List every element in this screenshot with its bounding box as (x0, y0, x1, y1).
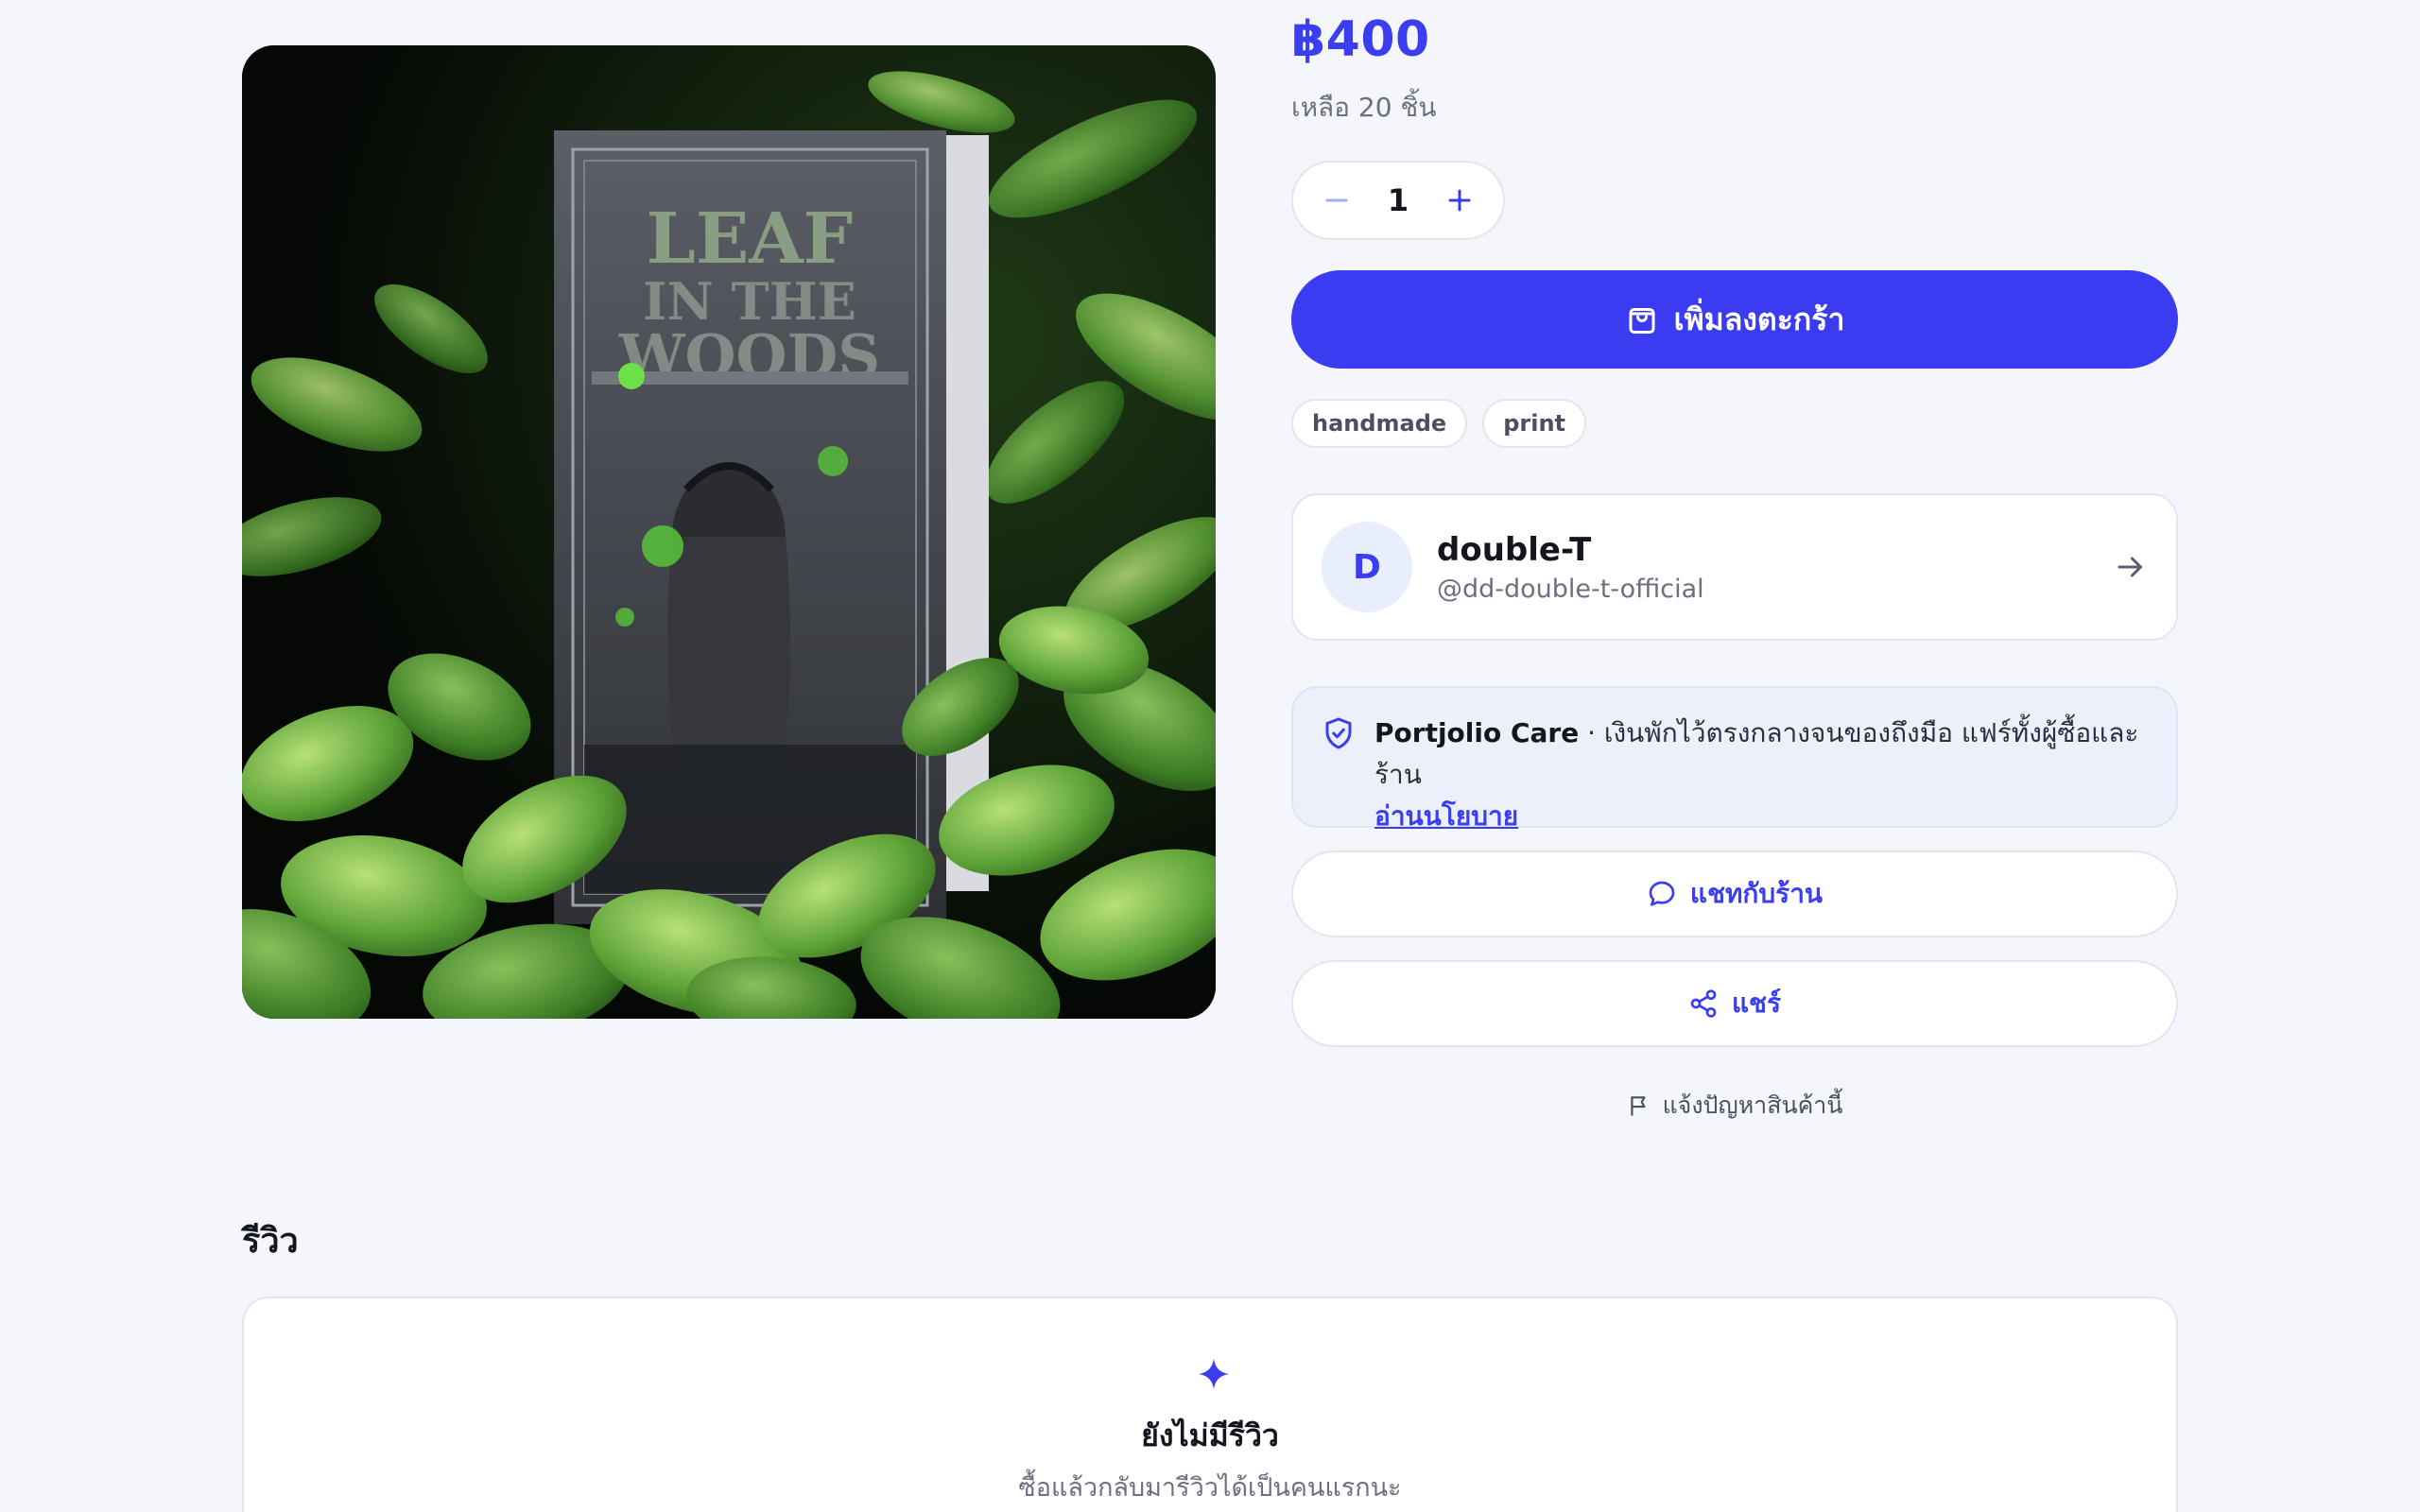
shield-check-icon (1325, 717, 1352, 749)
seller-info: double-T @dd-double-t-official (1437, 531, 2114, 604)
reviews-empty-state: ยังไม่มีรีวิว ซื้อแล้วกลับมารีวิวได้เป็น… (242, 1297, 2178, 1512)
share-icon (1690, 989, 1717, 1018)
tag-handmade[interactable]: handmade (1291, 399, 1468, 448)
decrease-quantity-button[interactable] (1316, 180, 1357, 221)
share-button[interactable]: แชร์ (1291, 960, 2178, 1047)
care-text: Portjolio Care · เงินพักไว้ตรงกลางจนของถ… (1374, 713, 2148, 832)
increase-quantity-button[interactable] (1439, 180, 1480, 221)
share-label: แชร์ (1731, 988, 1782, 1019)
quantity-value[interactable]: 1 (1388, 182, 1409, 218)
plus-icon (1448, 189, 1471, 212)
read-policy-link[interactable]: อ่านนโยบาย (1374, 800, 1518, 832)
product-photo: LEAF IN THE WOODS (242, 45, 1216, 1019)
chat-with-shop-button[interactable]: แชทกับร้าน (1291, 850, 2178, 937)
cover-title-line1: LEAF (647, 198, 853, 280)
shopping-bag-icon (1629, 308, 1655, 334)
buyer-protection-notice: Portjolio Care · เงินพักไว้ตรงกลางจนของถ… (1291, 686, 2178, 832)
product-image[interactable]: LEAF IN THE WOODS (242, 45, 1216, 1019)
reviews-heading: รีวิว (242, 1222, 299, 1261)
quantity-stepper: 1 (1291, 161, 1505, 240)
avatar: D (1322, 522, 1412, 612)
product-page: LEAF IN THE WOODS ฿400 เหลือ 20 ชิ้น 1 เ… (0, 0, 2420, 1512)
seller-handle: @dd-double-t-official (1437, 574, 1704, 604)
flag-icon (1630, 1096, 1646, 1116)
product-tags: handmade print (1291, 399, 1587, 448)
report-product-link[interactable]: แจ้งปัญหาสินค้านี้ (1291, 1087, 2178, 1125)
add-to-cart-button[interactable]: เพิ่มลงตะกร้า (1291, 270, 2178, 369)
chat-label: แชทกับร้าน (1689, 878, 1824, 909)
minus-icon (1325, 198, 1348, 202)
stock-remaining: เหลือ 20 ชิ้น (1291, 92, 1437, 123)
empty-reviews-subtitle: ซื้อแล้วกลับมารีวิวได้เป็นคนแรกนะ (1018, 1473, 1402, 1503)
product-price: ฿400 (1291, 11, 1430, 68)
empty-reviews-title: ยังไม่มีรีวิว (1141, 1418, 1279, 1453)
sparkle-icon (1198, 1358, 1230, 1390)
chat-bubble-icon (1649, 881, 1675, 906)
seller-card[interactable]: D double-T @dd-double-t-official (1291, 493, 2178, 641)
arrow-right-icon (2118, 557, 2142, 577)
add-to-cart-label: เพิ่มลงตะกร้า (1673, 301, 1845, 337)
seller-name: double-T (1437, 530, 1592, 569)
report-label: แจ้งปัญหาสินค้านี้ (1662, 1091, 1843, 1119)
tag-print[interactable]: print (1482, 399, 1587, 448)
care-title: Portjolio Care (1374, 717, 1580, 748)
